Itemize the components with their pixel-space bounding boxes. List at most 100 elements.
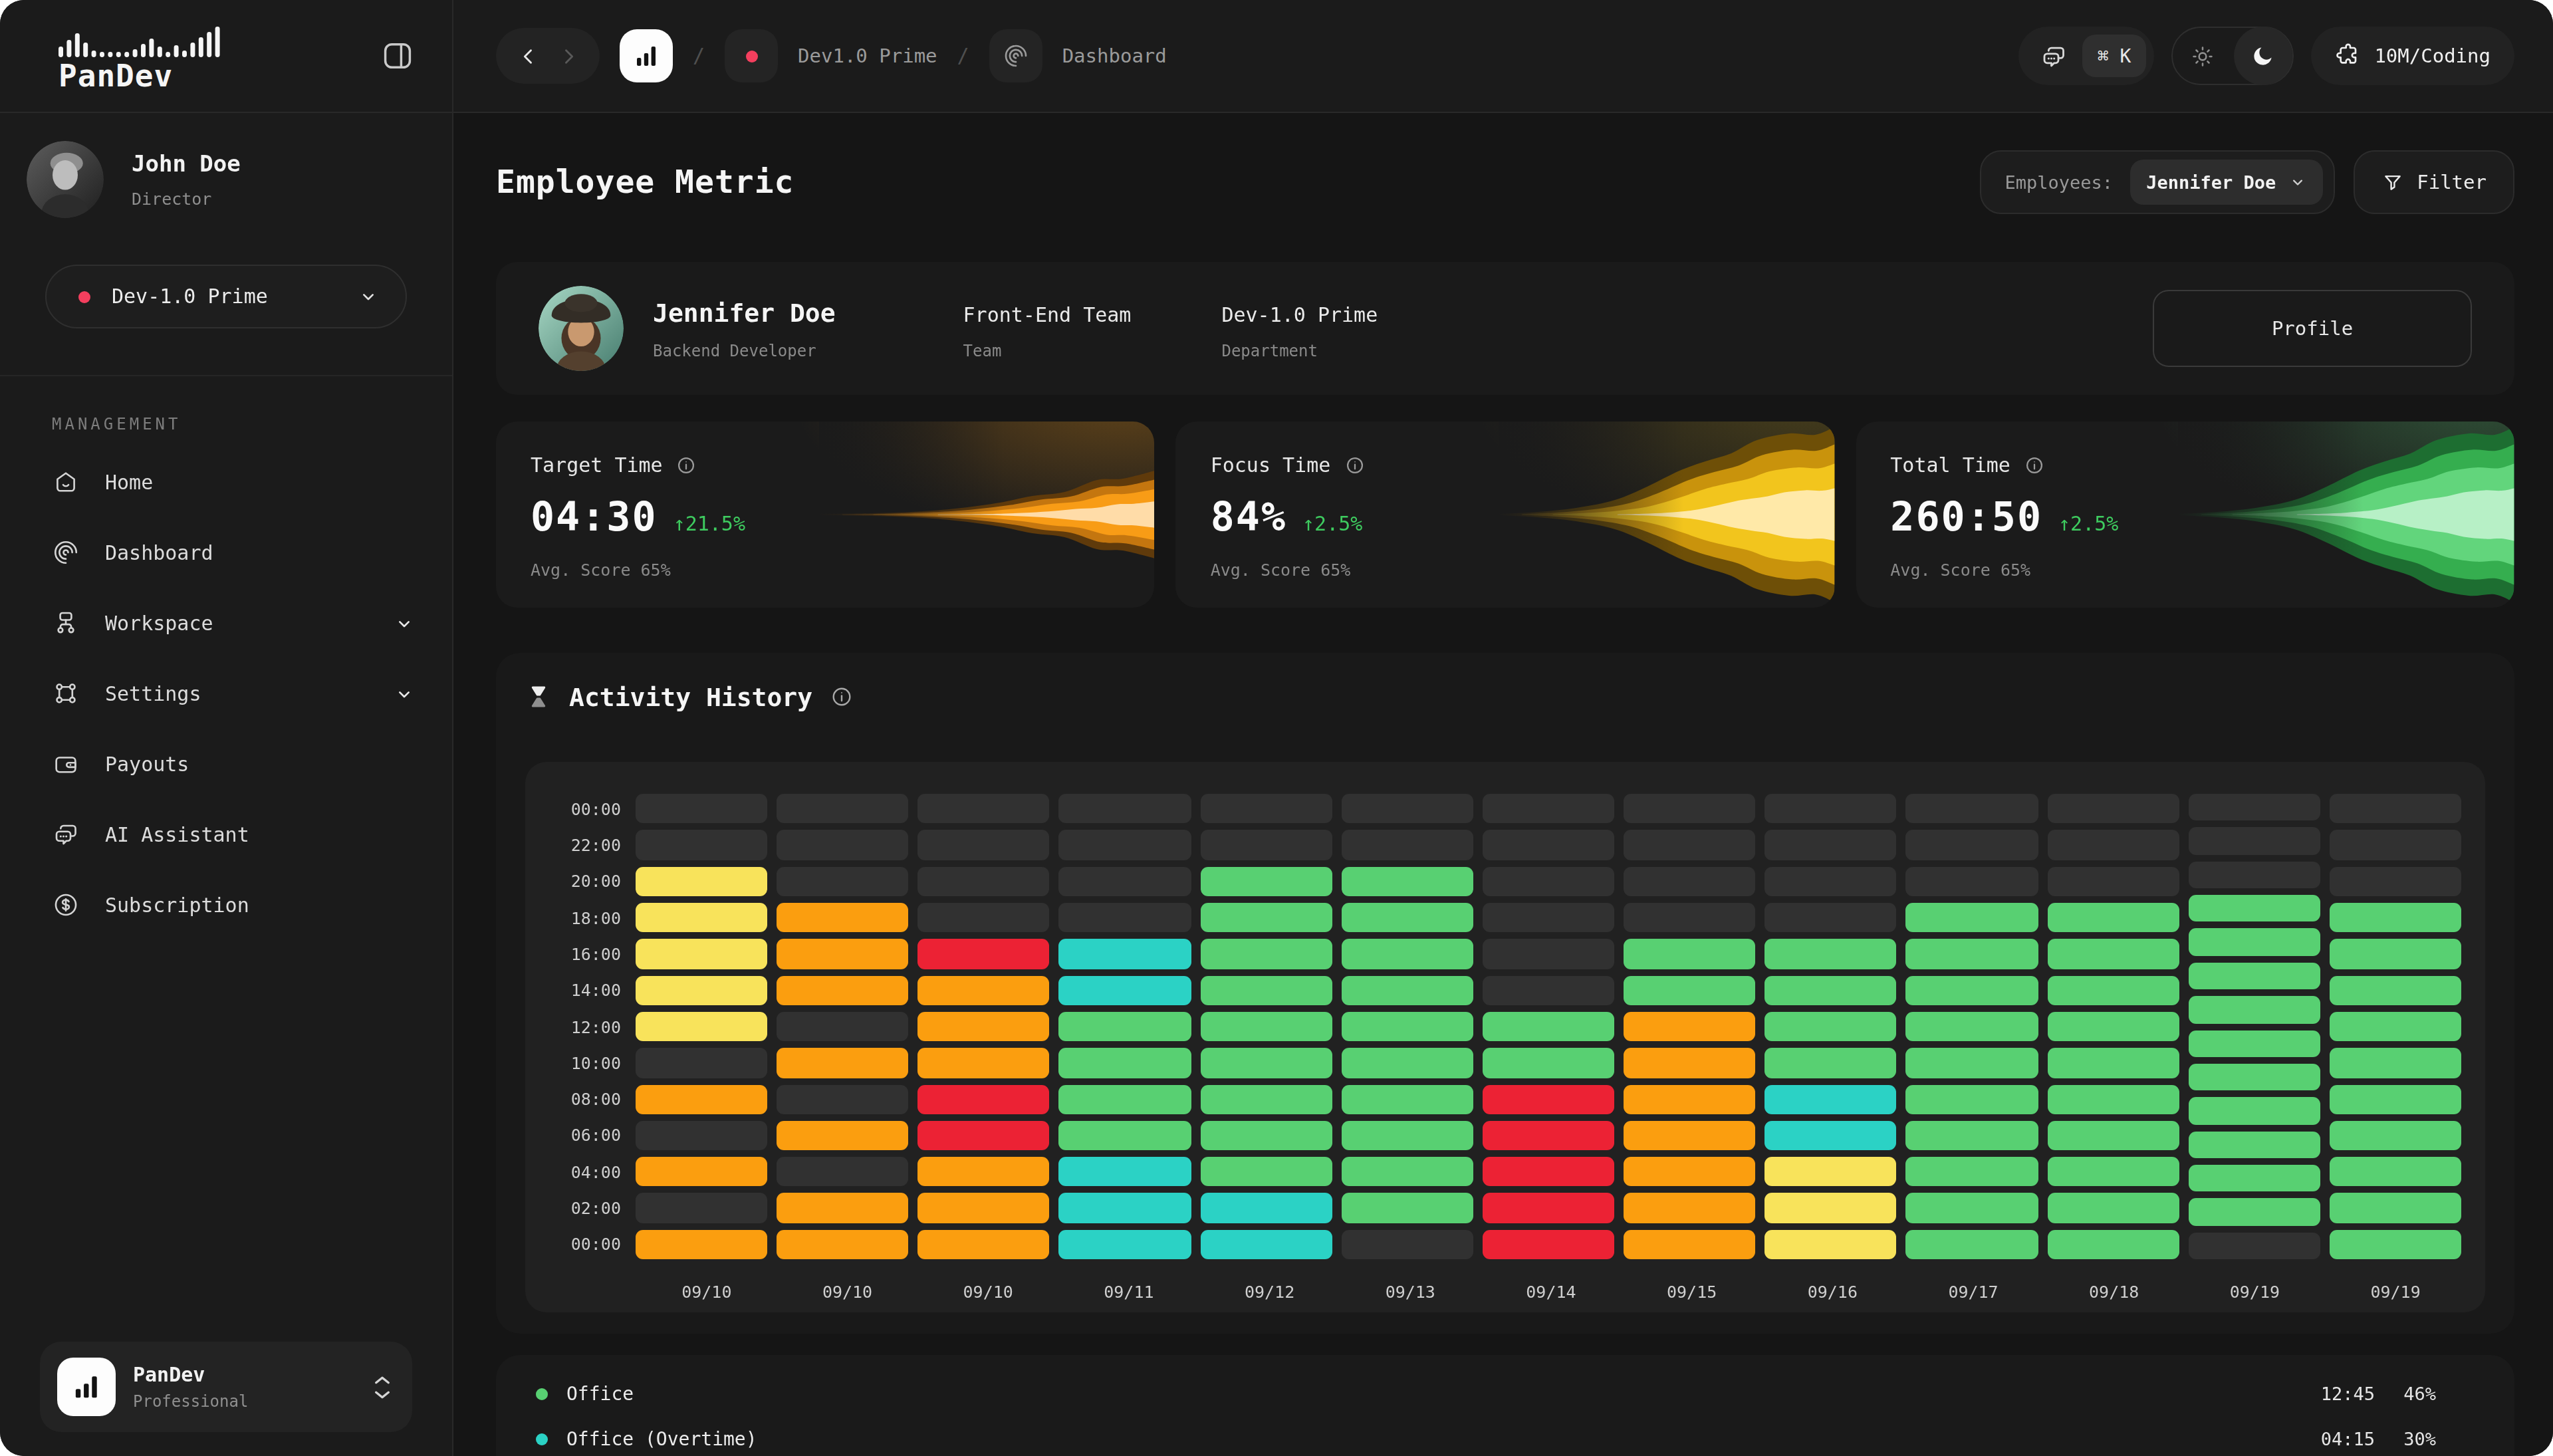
activity-cell-empty xyxy=(1342,794,1473,824)
sidebar-item-home[interactable]: Home xyxy=(27,447,426,517)
sidebar-toggle-icon[interactable] xyxy=(380,39,415,73)
chevron-down-icon xyxy=(394,683,415,704)
stat-note: Avg. Score 65% xyxy=(1890,560,2480,580)
activity-cell-green xyxy=(2047,1230,2179,1260)
activity-cell-green xyxy=(2188,929,2320,956)
activity-cell-green xyxy=(2047,1048,2179,1078)
activity-column xyxy=(2330,794,2461,1259)
activity-cell-yellow xyxy=(636,975,767,1005)
breadcrumb-page-icon[interactable] xyxy=(989,29,1042,82)
filter-button[interactable]: Filter xyxy=(2353,150,2514,214)
activity-cell-green xyxy=(2047,1084,2179,1114)
activity-cell-green xyxy=(2330,903,2461,933)
activity-column xyxy=(1906,794,2038,1259)
info-icon[interactable] xyxy=(830,685,854,709)
activity-cell-green xyxy=(1483,1012,1614,1042)
activity-cell-red xyxy=(918,1084,1050,1114)
activity-title: Activity History xyxy=(569,682,812,711)
sidebar-item-ai-assistant[interactable]: AI Assistant xyxy=(27,799,426,870)
user-profile[interactable]: John Doe Director xyxy=(27,141,426,218)
activity-cell-green xyxy=(1906,1157,2038,1187)
theme-toggle[interactable] xyxy=(2171,27,2293,85)
stat-title: Total Time xyxy=(1890,453,2010,477)
activity-cell-teal xyxy=(1059,1157,1191,1187)
usage-badge[interactable]: 10M/Coding xyxy=(2310,27,2514,85)
sidebar-item-workspace[interactable]: Workspace xyxy=(27,588,426,658)
light-mode-icon[interactable] xyxy=(2172,28,2233,84)
activity-cell-teal xyxy=(1059,939,1191,969)
activity-cell-green xyxy=(1059,1048,1191,1078)
time-axis: 00:0022:0020:0018:0016:0014:0012:0010:00… xyxy=(547,794,626,1259)
activity-cell-green xyxy=(1342,975,1473,1005)
activity-cell-empty xyxy=(2330,794,2461,824)
command-palette[interactable]: ⌘ K xyxy=(2019,27,2154,85)
sidebar-item-settings[interactable]: Settings xyxy=(27,658,426,729)
activity-cell-orange xyxy=(918,1012,1050,1042)
sidebar-item-dashboard[interactable]: Dashboard xyxy=(27,517,426,588)
date-axis: 09/1009/1009/1009/1109/1209/1309/1409/15… xyxy=(641,1282,2461,1302)
activity-cell-orange xyxy=(1624,1157,1755,1187)
activity-cell-green xyxy=(1200,939,1332,969)
activity-cell-green xyxy=(2188,1030,2320,1057)
activity-cell-green xyxy=(1483,1048,1614,1078)
stat-card-focus-time: Focus Time 84% ↑2.5% Avg. Score 65% xyxy=(1176,422,1835,608)
sidebar-divider xyxy=(0,375,452,376)
activity-cell-red xyxy=(918,939,1050,969)
activity-cell-empty xyxy=(1483,975,1614,1005)
sidebar-item-label: Subscription xyxy=(105,893,249,917)
home-icon xyxy=(52,468,80,496)
date-label: 09/10 xyxy=(782,1282,913,1302)
sidebar-item-label: Settings xyxy=(105,681,201,705)
breadcrumb-page[interactable]: Dashboard xyxy=(1062,45,1167,66)
activity-cell-empty xyxy=(777,794,908,824)
activity-cell-empty xyxy=(636,1121,767,1151)
forward-button[interactable] xyxy=(556,45,579,67)
stat-delta: ↑21.5% xyxy=(673,512,745,536)
activity-column xyxy=(918,794,1050,1259)
activity-column xyxy=(1342,794,1473,1259)
activity-cell-green xyxy=(1059,1121,1191,1151)
user-name: John Doe xyxy=(132,150,241,177)
sidebar-item-payouts[interactable]: Payouts xyxy=(27,729,426,799)
activity-cell-empty xyxy=(1342,1230,1473,1260)
activity-cell-green xyxy=(2188,1097,2320,1124)
time-label: 08:00 xyxy=(547,1084,621,1114)
date-label: 09/19 xyxy=(2330,1282,2461,1302)
info-icon[interactable] xyxy=(2024,455,2045,476)
team-selector[interactable]: Dev-1.0 Prime xyxy=(45,265,407,328)
breadcrumb-separator: / xyxy=(693,44,705,68)
topbar: / Dev1.0 Prime / Dashboard ⌘ K xyxy=(453,0,2553,113)
back-button[interactable] xyxy=(517,45,539,67)
breadcrumb-team[interactable]: Dev1.0 Prime xyxy=(798,45,937,66)
dark-mode-icon[interactable] xyxy=(2233,27,2292,85)
activity-grid-panel: 00:0022:0020:0018:0016:0014:0012:0010:00… xyxy=(525,762,2485,1312)
info-icon[interactable] xyxy=(1344,455,1365,476)
breadcrumb-team-icon[interactable] xyxy=(725,29,778,82)
activity-cell-empty xyxy=(1059,830,1191,860)
activity-cell-green xyxy=(2047,1121,2179,1151)
legend-time: 04:15 xyxy=(2282,1428,2375,1449)
stat-value: 04:30 xyxy=(531,493,658,540)
activity-cell-red xyxy=(1483,1193,1614,1223)
breadcrumb-home-logo[interactable] xyxy=(620,29,673,82)
sidebar-item-subscription[interactable]: Subscription xyxy=(27,870,426,940)
profile-button[interactable]: Profile xyxy=(2153,290,2472,367)
activity-cell-empty xyxy=(1624,830,1755,860)
activity-cell-green xyxy=(2047,939,2179,969)
employees-selector[interactable]: Employees: Jennifer Doe xyxy=(1980,150,2335,214)
usage-badge-label: 10M/Coding xyxy=(2374,45,2491,66)
time-label: 20:00 xyxy=(547,866,621,896)
time-label: 00:00 xyxy=(547,1230,621,1260)
activity-cell-orange xyxy=(918,1157,1050,1187)
info-icon[interactable] xyxy=(676,455,697,476)
legend-dot xyxy=(536,1433,548,1445)
date-label: 09/12 xyxy=(1204,1282,1336,1302)
workspace-card[interactable]: PanDev Professional xyxy=(40,1342,412,1432)
activity-cell-empty xyxy=(636,1193,767,1223)
legend-time: 12:45 xyxy=(2282,1383,2375,1404)
workspace-plan: Professional xyxy=(133,1392,248,1411)
employee-name: Jennifer Doe xyxy=(653,297,836,328)
activity-cell-green xyxy=(1200,975,1332,1005)
activity-cell-empty xyxy=(1906,830,2038,860)
activity-cell-empty xyxy=(918,794,1050,824)
